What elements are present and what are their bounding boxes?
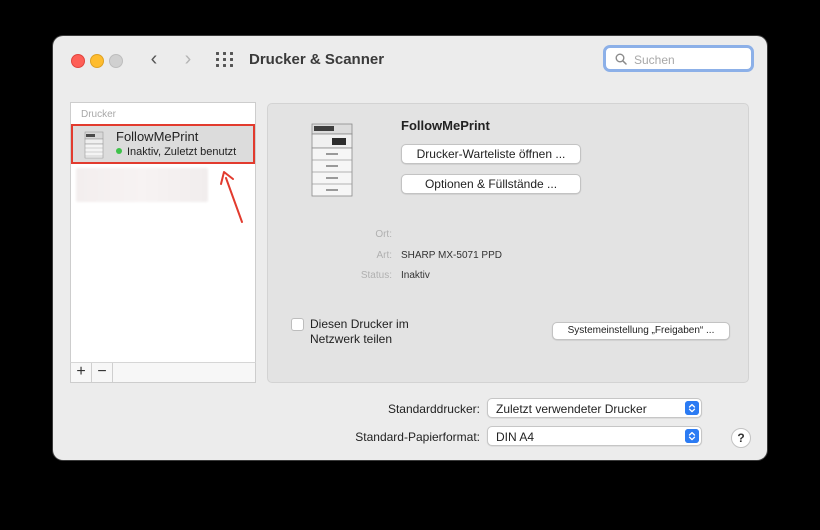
status-dot-icon — [116, 148, 122, 154]
default-paper-label: Standard-Papierformat: — [355, 430, 480, 444]
selected-printer-name: FollowMePrint — [401, 118, 490, 133]
default-printer-label: Standarddrucker: — [387, 402, 480, 416]
add-printer-button[interactable]: + — [71, 363, 92, 382]
sharing-preferences-button[interactable]: Systemeinstellung „Freigaben“ ... — [552, 322, 730, 340]
printer-status-text: Inaktiv, Zuletzt benutzt — [127, 146, 237, 158]
popup-arrows-icon — [685, 401, 699, 415]
share-printer-checkbox[interactable] — [291, 318, 304, 331]
minimize-window-button[interactable] — [90, 54, 104, 68]
printer-large-icon — [311, 123, 353, 197]
popup-arrows-icon — [685, 429, 699, 443]
show-all-grid-icon[interactable] — [216, 52, 234, 68]
printer-list-item-followmeprint[interactable]: FollowMePrint Inaktiv, Zuletzt benutzt — [71, 124, 255, 164]
back-chevron-icon[interactable]: ‹ — [143, 48, 165, 72]
status-label: Status: — [360, 270, 392, 281]
type-value: SHARP MX-5071 PPD — [401, 250, 502, 261]
open-print-queue-button[interactable]: Drucker-Warteliste öffnen ... — [401, 144, 581, 164]
annotation-arrow-icon — [220, 171, 243, 223]
printer-list: Drucker FollowMePrint Inaktiv, Zuletzt b… — [70, 102, 256, 383]
remove-printer-button[interactable]: − — [92, 363, 113, 382]
default-paper-select[interactable]: DIN A4 — [487, 426, 702, 446]
search-input[interactable] — [632, 51, 751, 69]
printer-list-toolbar: + − — [70, 362, 256, 383]
help-button[interactable]: ? — [731, 428, 751, 448]
options-supplies-button[interactable]: Optionen & Füllstände ... — [401, 174, 581, 194]
zoom-window-button[interactable] — [109, 54, 123, 68]
printer-status: Inaktiv, Zuletzt benutzt — [116, 146, 236, 158]
search-field[interactable] — [603, 45, 754, 72]
location-label: Ort: — [375, 229, 392, 240]
default-printer-value: Zuletzt verwendeter Drucker — [496, 402, 647, 416]
printer-icon — [84, 131, 104, 159]
share-printer-label[interactable]: Diesen Drucker im Netzwerk teilen — [310, 317, 440, 347]
printer-name: FollowMePrint — [116, 129, 199, 144]
window-title: Drucker & Scanner — [249, 51, 385, 68]
status-value: Inaktiv — [401, 270, 430, 281]
printers-scanners-window: ‹ › Drucker & Scanner Drucker — [53, 36, 767, 460]
default-printer-select[interactable]: Zuletzt verwendeter Drucker — [487, 398, 702, 418]
default-paper-value: DIN A4 — [496, 430, 535, 444]
title-bar: ‹ › Drucker & Scanner — [53, 36, 767, 84]
search-icon — [615, 53, 627, 65]
printer-list-section-label: Drucker — [81, 109, 117, 120]
blurred-list-item — [76, 168, 208, 202]
forward-chevron-icon[interactable]: › — [177, 48, 199, 72]
close-window-button[interactable] — [71, 54, 85, 68]
type-label: Art: — [376, 250, 392, 261]
printer-detail-panel: FollowMePrint Drucker-Warteliste öffnen … — [267, 103, 749, 383]
